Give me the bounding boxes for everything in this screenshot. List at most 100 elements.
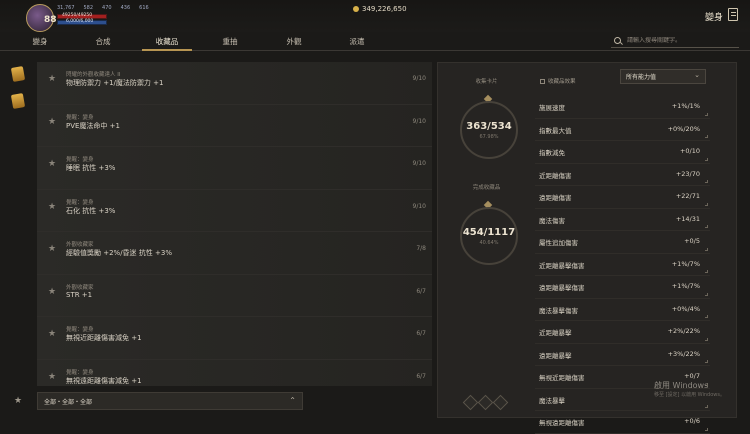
completed-value: 454/1117: [462, 226, 516, 238]
corner-mark: [705, 157, 708, 161]
collection-effect: 石化 抗性 +3%: [66, 206, 116, 215]
collection-category: 覺醒：變身: [66, 157, 94, 163]
collection-count: 9/10: [412, 202, 426, 210]
effect-row[interactable]: 指數最大值 +0%/20%: [535, 119, 710, 141]
star-icon[interactable]: ★: [48, 329, 56, 339]
list-item[interactable]: ★ 覺醒：變身 石化 抗性 +3% 9/10: [37, 189, 432, 232]
pager: [462, 394, 509, 411]
effect-row[interactable]: 屬性追加傷害 +0/5: [535, 231, 710, 254]
cards-percent: 67.98%: [479, 133, 499, 140]
effect-name: 近距離暴擊傷害: [539, 261, 585, 270]
completed-percent: 40.64%: [479, 239, 499, 246]
effect-row[interactable]: 魔法傷害 +14/31: [535, 209, 710, 231]
filter-dropdown[interactable]: 全部・全部・全部 ⌃: [37, 392, 303, 410]
effect-name: 魔法暴擊傷害: [539, 306, 578, 315]
corner-mark: [705, 112, 708, 116]
collection-category: 覺醒：變身: [66, 114, 94, 121]
collection-count: 9/10: [412, 117, 426, 125]
top-bar: 88 31,767 582 470 436 616 49250/49250 6,…: [0, 0, 750, 32]
list-item[interactable]: ★ 外觀收藏家 經驗值獎勵 +2%/昏迷 抗性 +3% 7/8: [37, 232, 432, 275]
list-item[interactable]: ★ 閃耀的外觀收藏達人 II 物理防禦力 +1/魔法防禦力 +1 9/10: [37, 62, 432, 105]
star-icon[interactable]: ★: [48, 244, 56, 254]
collection-count: 9/10: [412, 75, 426, 82]
search-input[interactable]: [627, 37, 727, 44]
corner-mark: [705, 270, 708, 273]
effect-name: 指數最大值: [539, 126, 572, 135]
collection-effect: STR +1: [66, 290, 93, 299]
collection-book-icon[interactable]: [10, 66, 26, 82]
star-icon[interactable]: ★: [48, 74, 56, 84]
effects-checkbox[interactable]: 收藏品效果: [540, 77, 576, 85]
effect-row[interactable]: 指數減免 +0/10: [535, 141, 710, 164]
book-icon[interactable]: [728, 8, 738, 21]
progress-column: 收集卡片 363/534 67.98% 完成收藏品 454/1117 40.64…: [438, 63, 535, 419]
filter-label: 全部・全部・全部: [44, 398, 93, 406]
collection-book-icon[interactable]: [10, 93, 26, 109]
completed-label: 完成收藏品: [472, 185, 501, 191]
ability-filter-dropdown[interactable]: 所有能力值 ⌄: [620, 69, 706, 84]
collection-effect: 經驗值獎勵 +2%/昏迷 抗性 +3%: [66, 249, 172, 257]
page-indicator[interactable]: [492, 394, 509, 411]
search-box[interactable]: [611, 34, 739, 48]
star-icon[interactable]: ★: [48, 202, 56, 212]
list-item[interactable]: ★ 覺醒：變身 PVE魔法命中 +1 9/10: [37, 104, 432, 147]
hp-text: 49250/49250: [62, 13, 93, 18]
effect-row[interactable]: 遠距離暴擊傷害 +1%/7%: [535, 276, 710, 299]
effect-row[interactable]: 近距離暴擊傷害 +1%/7%: [535, 254, 710, 276]
effect-value: +1%/7%: [671, 259, 700, 268]
corner-mark: [705, 180, 708, 183]
tab-appearance[interactable]: 外觀: [264, 36, 324, 47]
star-icon[interactable]: ★: [48, 159, 56, 169]
list-item[interactable]: ★ 覺醒：變身 無視近距離傷害減免 +1 6/7: [37, 317, 432, 360]
star-icon[interactable]: ★: [48, 287, 56, 297]
star-icon[interactable]: ★: [48, 372, 56, 382]
collection-count: 6/7: [416, 330, 426, 337]
effect-row[interactable]: 施展速度 +1%/1%: [535, 96, 710, 119]
stat-value: 31,767: [57, 5, 75, 11]
corner-mark: [705, 337, 708, 341]
mp-text: 6,000/6,000: [66, 19, 94, 24]
page-title: 變身: [705, 13, 724, 23]
effect-value: +22/71: [675, 192, 700, 200]
dropdown-value: 所有能力值: [626, 74, 657, 81]
coin-icon: [353, 6, 359, 12]
tab-collection[interactable]: 收藏品: [137, 36, 197, 51]
collection-category: 覺醒：變身: [66, 327, 94, 333]
gold-display: 349,226,650: [353, 5, 407, 13]
collection-count: 7/8: [416, 245, 426, 252]
effect-value: +0/6: [684, 417, 700, 425]
collection-count: 9/10: [412, 160, 426, 167]
chevron-down-icon: ⌄: [694, 71, 700, 79]
gold-amount: 349,226,650: [362, 5, 407, 13]
tab-dispatch[interactable]: 派遣: [327, 36, 387, 47]
collection-effect: 無視近距離傷害減免 +1: [66, 334, 142, 342]
effect-row[interactable]: 近距離傷害 +23/70: [535, 164, 710, 186]
tab-combine[interactable]: 合成: [73, 36, 133, 47]
page-indicator[interactable]: [462, 394, 479, 411]
effect-value: +0%/20%: [667, 124, 700, 133]
tab-reroll[interactable]: 重抽: [200, 36, 260, 47]
effect-value: +0/10: [679, 147, 700, 155]
star-icon[interactable]: ★: [48, 117, 56, 127]
effect-value: +1%/7%: [671, 282, 700, 290]
checkbox-icon[interactable]: [540, 78, 545, 84]
effect-name: 無視遠距離傷害: [539, 419, 585, 427]
favorites-star-icon[interactable]: ★: [14, 396, 22, 406]
page-indicator[interactable]: [477, 394, 494, 411]
effect-row[interactable]: 遠距離傷害 +22/71: [535, 186, 710, 209]
tab-transform[interactable]: 變身: [10, 36, 70, 47]
collection-effect: PVE魔法命中 +1: [66, 121, 120, 130]
effect-row[interactable]: 遠距離暴擊 +3%/22%: [535, 344, 710, 366]
list-item[interactable]: ★ 覺醒：變身 無視遠距離傷害減免 +1 6/7: [37, 359, 432, 386]
corner-mark: [705, 315, 708, 318]
list-item[interactable]: ★ 外觀收藏家 STR +1 6/7: [37, 274, 432, 317]
corner-mark: [705, 202, 708, 206]
list-item[interactable]: ★ 覺醒：變身 睡眠 抗性 +3% 9/10: [37, 147, 432, 190]
effect-row[interactable]: 魔法暴擊傷害 +0%/4%: [535, 299, 710, 321]
effect-row[interactable]: 近距離暴擊 +2%/22%: [535, 321, 710, 344]
stat-value: 436: [120, 5, 131, 11]
effect-row[interactable]: 無視遠距離傷害 +0/6: [535, 411, 710, 434]
effect-name: 近距離傷害: [539, 171, 572, 180]
effect-value: +2%/22%: [667, 327, 700, 335]
effect-value: +0/7: [684, 372, 700, 380]
